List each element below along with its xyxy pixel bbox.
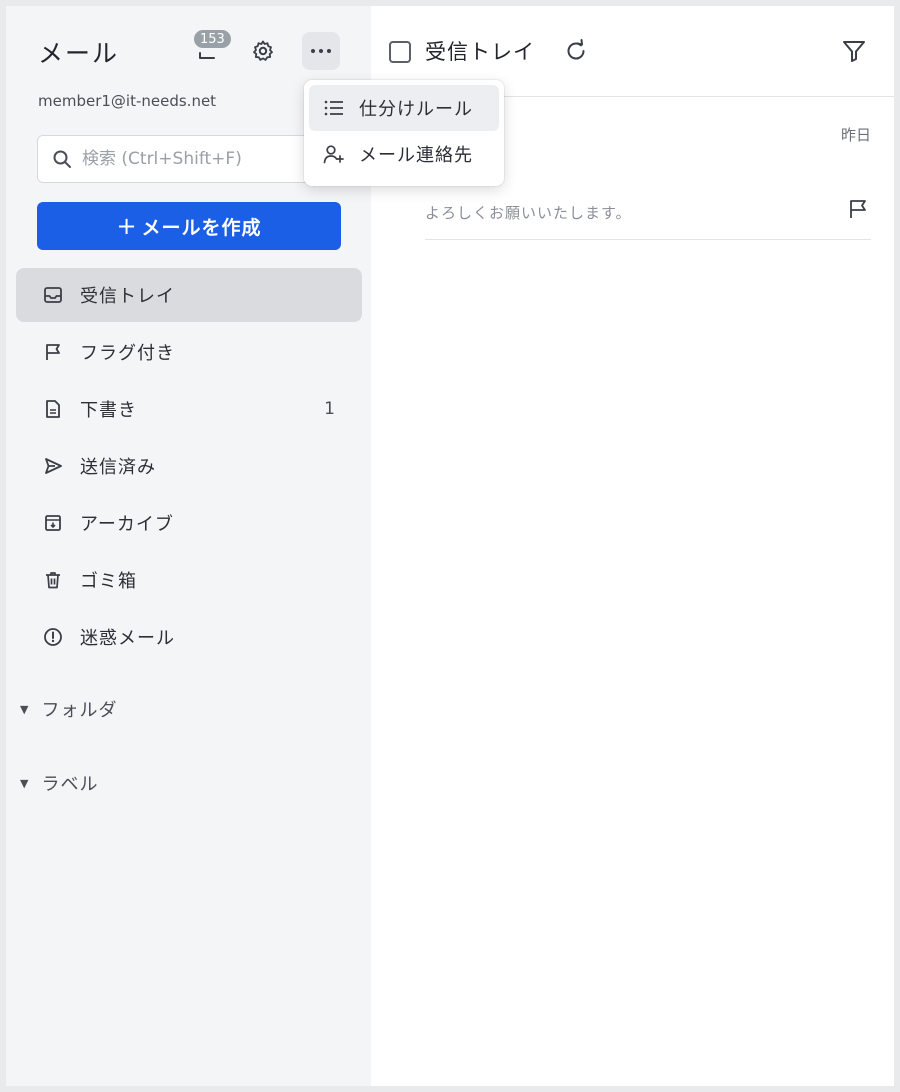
spam-icon [42, 626, 64, 648]
section-label: フォルダ [41, 700, 118, 721]
nav-item-drafts[interactable]: 下書き 1 [16, 382, 362, 436]
drafts-count: 1 [324, 399, 336, 419]
account-email: member1@it-needs.net [38, 92, 217, 110]
folder-nav: 受信トレイ フラグ付き 下書き 1 送信済み アーカイブ ゴミ箱 迷惑メール [16, 268, 362, 667]
trash-icon [42, 569, 64, 591]
nav-label: 下書き [80, 400, 137, 421]
draft-icon [42, 398, 64, 420]
menu-item-label: 仕分けルール [359, 99, 473, 120]
nav-label: フラグ付き [80, 343, 175, 364]
nav-label: 送信済み [80, 457, 156, 478]
section-label: ラベル [41, 774, 99, 795]
compose-button[interactable]: + メールを作成 [37, 202, 341, 250]
list-icon [323, 97, 345, 119]
refresh-icon [563, 38, 589, 64]
nav-item-archive[interactable]: アーカイブ [16, 496, 362, 550]
nav-label: ゴミ箱 [80, 571, 137, 592]
search-icon [52, 149, 72, 169]
refresh-button[interactable] [563, 38, 589, 64]
mail-app-window: メール 153 member1@it-needs.net 検索 (Ctrl+Sh… [6, 6, 894, 1086]
nav-item-spam[interactable]: 迷惑メール [16, 610, 362, 664]
nav-item-trash[interactable]: ゴミ箱 [16, 553, 362, 607]
flag-icon [847, 198, 869, 220]
more-button[interactable] [302, 32, 340, 70]
more-horizontal-icon [309, 47, 333, 55]
menu-item-mail-contacts[interactable]: メール連絡先 [309, 131, 499, 177]
settings-button[interactable] [244, 32, 282, 70]
updates-badge: 153 [192, 28, 233, 50]
section-labels[interactable]: ▼ ラベル [20, 770, 98, 796]
nav-label: アーカイブ [80, 514, 174, 535]
caret-down-icon: ▼ [20, 776, 30, 790]
filter-button[interactable] [841, 38, 867, 64]
compose-label: メールを作成 [141, 216, 262, 239]
nav-label: 受信トレイ [80, 286, 175, 307]
plus-icon: + [116, 212, 138, 240]
select-all-checkbox[interactable] [389, 41, 411, 63]
contact-icon [323, 143, 345, 165]
section-folders[interactable]: ▼ フォルダ [20, 696, 117, 722]
menu-item-sorting-rules[interactable]: 仕分けルール [309, 85, 499, 131]
send-icon [42, 455, 64, 477]
more-menu: 仕分けルール メール連絡先 [304, 80, 504, 186]
nav-item-inbox[interactable]: 受信トレイ [16, 268, 362, 322]
flag-message-button[interactable] [847, 198, 869, 220]
nav-item-flagged[interactable]: フラグ付き [16, 325, 362, 379]
caret-down-icon: ▼ [20, 702, 30, 716]
search-box [37, 135, 337, 183]
message-date: 昨日 [840, 126, 871, 144]
gear-icon [251, 39, 275, 63]
folder-title: 受信トレイ [425, 40, 535, 64]
nav-label: 迷惑メール [80, 628, 175, 649]
app-title: メール [38, 39, 120, 68]
search-input[interactable] [82, 149, 322, 169]
message-preview: よろしくお願いいたします。 [425, 204, 632, 222]
flag-icon [42, 341, 64, 363]
nav-item-sent[interactable]: 送信済み [16, 439, 362, 493]
inbox-icon [42, 284, 64, 306]
menu-item-label: メール連絡先 [359, 145, 473, 166]
filter-icon [841, 38, 867, 64]
archive-icon [42, 512, 64, 534]
